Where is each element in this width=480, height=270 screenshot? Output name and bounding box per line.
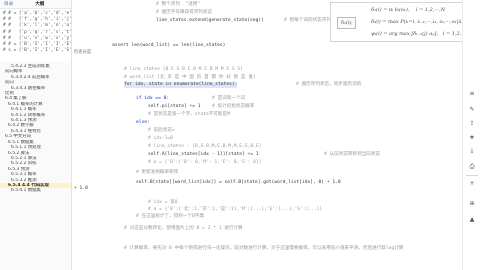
- up-icon[interactable]: ▲: [467, 214, 477, 224]
- code-comment: # 统计初始状态概率: [212, 104, 255, 109]
- outline-list: 5.4.2.3 生成训练集 前向概率 6.3.4.2.4 前后概率 前向 6.3.4.3…: [0, 64, 71, 194]
- formula-line: δ₁(i) = πᵢ bᵢ(o₁), i = 1,2,···,N: [371, 7, 446, 13]
- edit-icon[interactable]: ✎: [467, 104, 477, 114]
- sidebar-tabs: 目录 大纲: [0, 0, 71, 9]
- code-comment: # 更新发射概率矩阵: [136, 170, 179, 175]
- code-comment: # idx-1=0: [148, 136, 173, 141]
- download-icon[interactable]: ⤓: [467, 146, 477, 156]
- code-comment: # 在这里统计了，得到一个B字典: [136, 214, 205, 219]
- code-line: else:: [136, 120, 150, 125]
- code-comment: # 首状态是第一个字，state不可能是M: [148, 112, 230, 117]
- code-comment: # 前后状态=: [148, 128, 175, 133]
- code-line: line_states.extend(generate_state(seg)): [156, 18, 264, 23]
- toolbar-divider: [466, 175, 478, 176]
- code-line: self.pi[state] += 1: [148, 104, 201, 109]
- code-comment: # 首词第一个词: [212, 96, 246, 101]
- outline-item[interactable]: 6.5.4.1 数据集: [0, 188, 71, 193]
- tab-contents[interactable]: 目录: [4, 1, 13, 7]
- code-line: # # ['k','l','m','n','o'],: [3, 23, 72, 29]
- formula-label: δ₁(i): [337, 17, 356, 29]
- code-line: assert len(word_list) == len(line_states…: [112, 43, 226, 48]
- code-line: self.B[state][word_list[idx]] = self.B[s…: [136, 180, 341, 185]
- code-comment: # 遍历序列状态，同步遍历词语: [296, 82, 362, 87]
- zoom-icon[interactable]: ⊕: [467, 198, 477, 208]
- tab-outline[interactable]: 大纲: [35, 1, 44, 7]
- code-comment: # 遍历字符串获得序列状态: [156, 10, 213, 15]
- code-comment: # a = ['B':{'B': 0,'M': 1,'E': 0,'S': 0}…: [148, 160, 262, 165]
- left-marker: + 1.0: [74, 186, 88, 191]
- code-comment: # 从前状态转移到当前状态: [324, 152, 381, 157]
- side-note: 检查长度: [74, 50, 92, 55]
- code-line: self.A[line_states[idx - 1]][state] += 1: [148, 152, 259, 157]
- code-comment: # 把每个词的状态序列: [284, 18, 331, 23]
- code-comment: # 计算概率，要先对 B 中每个矩阵进行归一化操作，取对数进行计算，对于这里需要…: [124, 246, 404, 251]
- code-line: # s = ['B','I','I','E','S']: [3, 48, 72, 54]
- code-comment: # line_states [B E S B E B M E B M M E S…: [124, 67, 243, 72]
- add-icon[interactable]: +: [467, 178, 477, 188]
- code-comment: # idx = 第0: [148, 200, 178, 205]
- code-comment: # 对这些分数转化，使用图片上的 B = 2 * 1 进行计算: [124, 226, 243, 231]
- code-line-highlighted: for idx, state in enumerate(line_states)…: [124, 82, 238, 88]
- share-icon[interactable]: ⇪: [467, 118, 477, 128]
- star-icon[interactable]: ★: [467, 132, 477, 142]
- outline-sidebar: 目录 大纲 # # = ['a','b','c','d','e'], # # […: [0, 0, 72, 270]
- right-toolbar: ≡ ✎ ⇪ ★ ⤓ ⎙ + ⊕ ▲: [462, 0, 480, 270]
- formula-panel: δ₁(i) δ₁(i) = πᵢ bᵢ(o₁), i = 1,2,···,N δ…: [330, 2, 473, 42]
- code-comment: # a = {'B':{'北':1,'京':1,'是':1},'M':{...}…: [148, 207, 323, 212]
- code-comment: # word_list [北 京 是 中 国 的 首 都 你 好 我 是 谁]: [124, 75, 256, 80]
- menu-icon[interactable]: ≡: [467, 88, 477, 98]
- formula-line: ψₜ(i) = arg max [δₜ₋₁(j) aⱼᵢ], i = 1,2,·…: [371, 31, 473, 37]
- formula-line: δₜ(i) = max P(iₜ=i, iₜ₋₁,···,i₁, oₜ,···,…: [371, 19, 464, 25]
- print-icon[interactable]: ⎙: [467, 162, 477, 172]
- code-line: if idx == 0:: [136, 96, 170, 101]
- code-comment: # 整个序列 "透明": [156, 2, 201, 7]
- code-line: # # ['p','q','r','s','t'],: [3, 29, 72, 35]
- sidebar-code-preview: # # = ['a','b','c','d','e'], # # ['f','g…: [0, 9, 72, 61]
- code-comment: # line_states : [B,S,B,M,E,B,M,M,E,S,B,E…: [148, 144, 262, 149]
